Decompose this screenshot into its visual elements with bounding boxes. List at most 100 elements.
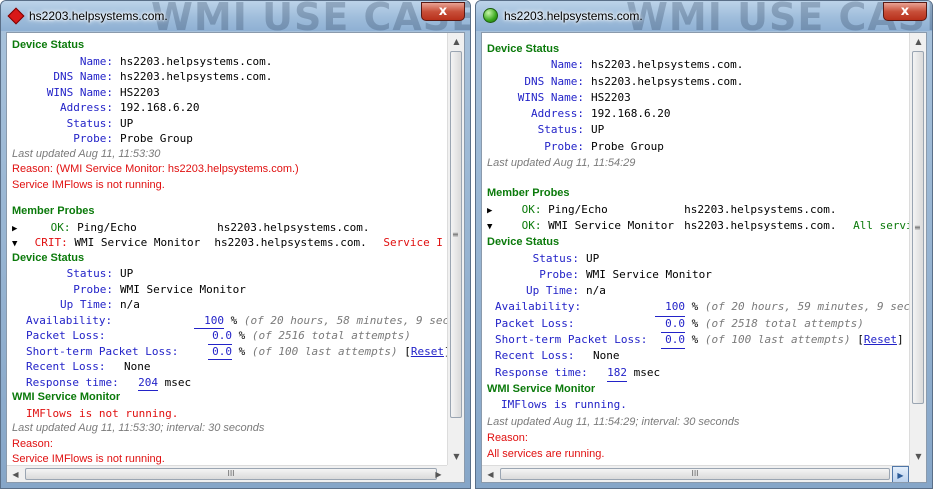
scroll-down-arrow-icon[interactable]: ▼ [910, 448, 926, 465]
uptime-label: Up Time: [526, 284, 579, 298]
packet-loss-value[interactable]: 0.0 [661, 316, 685, 334]
status-value: UP [591, 123, 605, 137]
member-host: hs2203.helpsystems.com. [214, 236, 367, 249]
status-label: Status: [66, 116, 113, 130]
sub-status-value: UP [586, 251, 600, 265]
packet-loss-value[interactable]: 0.0 [208, 328, 232, 345]
close-button[interactable]: x [883, 2, 927, 21]
horizontal-scrollbar[interactable]: ◀ III ▶ [7, 465, 447, 482]
reset-link[interactable]: Reset [411, 345, 444, 358]
status-label: Status: [537, 123, 584, 137]
probe-value: Probe Group [120, 132, 193, 145]
response-time-value[interactable]: 204 [138, 375, 158, 391]
scroll-down-arrow-icon[interactable]: ▼ [448, 448, 464, 465]
name-value: hs2203.helpsystems.com. [591, 58, 744, 72]
dns-name-value: hs2203.helpsystems.com. [591, 74, 744, 88]
member-probe-row[interactable]: ▼ OK: WMI Service Monitor hs2203.helpsyst… [487, 218, 909, 234]
device-status-header: Device Status [487, 43, 560, 55]
grip-icon: ≡ [914, 222, 921, 232]
availability-value[interactable]: 100 [655, 299, 685, 317]
recent-loss-value: None [124, 360, 151, 373]
title-bar[interactable]: WMI USE CASE hs2203.helpsystems.com. x [476, 1, 932, 39]
scroll-corner [909, 465, 926, 482]
scroll-up-arrow-icon[interactable]: ▲ [910, 33, 926, 50]
member-host: hs2203.helpsystems.com. [684, 218, 837, 232]
sub-status-label: Status: [66, 267, 113, 280]
sub-probe-value: WMI Service Monitor [120, 282, 246, 296]
member-message: Service I [383, 236, 443, 249]
percent-sign: % [238, 344, 246, 358]
member-status: OK: [521, 218, 542, 232]
name-value: hs2203.helpsystems.com. [120, 54, 273, 68]
reason-detail: Service IMFlows is not running. [12, 178, 165, 191]
vertical-scrollbar[interactable]: ▲ ≡ ▼ [447, 33, 464, 465]
member-probe-row[interactable]: ▼ CRIT: WMI Service Monitor hs2203.helpsy… [12, 235, 447, 251]
status-content: Device Status Name: hs2203.helpsystems.co… [7, 33, 447, 465]
recent-loss-value: None [593, 349, 620, 363]
wmi-service-monitor-header: WMI Service Monitor [487, 382, 596, 395]
scroll-corner [447, 465, 464, 482]
scroll-left-arrow-icon[interactable]: ◀ [7, 466, 24, 482]
grip-icon: III [691, 469, 699, 478]
scrollbar-thumb[interactable]: ≡ [912, 51, 924, 404]
horizontal-scrollbar[interactable]: ◀ III ▶ [482, 465, 909, 482]
wins-name-label: WINS Name: [517, 90, 584, 104]
sub-probe-label: Probe: [539, 267, 579, 281]
short-term-packet-loss-value[interactable]: 0.0 [661, 332, 685, 350]
device-status-header: Device Status [12, 39, 85, 51]
vertical-scrollbar[interactable]: ▲ ≡ ▼ [909, 33, 926, 465]
response-time-value[interactable]: 182 [607, 365, 627, 382]
uptime-value: n/a [120, 298, 140, 311]
percent-sign: % [691, 333, 699, 347]
percent-sign: % [230, 313, 238, 327]
recent-loss-label: Recent Loss: [495, 349, 575, 363]
member-status: CRIT: [34, 236, 68, 249]
expanded-arrow-icon[interactable]: ▼ [487, 219, 497, 235]
packet-loss-note: (of 2518 total attempts) [704, 316, 864, 330]
probe-label: Probe: [544, 139, 584, 153]
reason-value: (WMI Service Monitor: hs2203.helpsystems… [52, 163, 299, 175]
reason2-value: All services are running. [487, 448, 605, 461]
recent-loss-label: Recent Loss: [26, 360, 106, 373]
scroll-right-arrow-icon[interactable]: ▶ [430, 466, 447, 482]
sub-probe-label: Probe: [73, 282, 113, 296]
scroll-right-arrow-icon[interactable]: ▶ [892, 466, 909, 482]
close-button[interactable]: x [421, 2, 465, 21]
member-message: All servic [853, 218, 909, 232]
availability-value[interactable]: 100 [194, 313, 224, 329]
reason2-label: Reason: [487, 431, 528, 444]
scrollbar-thumb[interactable]: III [25, 468, 437, 480]
collapsed-arrow-icon[interactable]: ▶ [487, 203, 497, 219]
member-name: WMI Service Monitor [74, 236, 201, 249]
percent-sign: % [691, 316, 699, 330]
sub-status-value: UP [120, 267, 134, 280]
window-title: hs2203.helpsystems.com. [504, 9, 643, 23]
last-updated-interval: Last updated Aug 11, 11:54:29; interval:… [487, 415, 740, 428]
reason-label: Reason: [12, 163, 53, 175]
scroll-left-arrow-icon[interactable]: ◀ [482, 466, 499, 482]
scrollbar-thumb[interactable]: ≡ [450, 51, 462, 418]
response-time-unit: msec [164, 375, 192, 389]
title-bar[interactable]: WMI USE CASE hs2203.helpsystems.com. x [1, 1, 470, 39]
last-updated: Last updated Aug 11, 11:54:29 [487, 157, 636, 170]
member-status: OK: [50, 220, 71, 234]
wmi-service-monitor-header: WMI Service Monitor [12, 391, 121, 403]
dns-name-label: DNS Name: [53, 70, 113, 83]
member-probe-row[interactable]: ▶ OK: Ping/Echo hs2203.helpsystems.com. [12, 220, 447, 236]
address-value: 192.168.6.20 [591, 107, 671, 121]
critical-status-icon [7, 7, 25, 25]
packet-loss-label: Packet Loss: [495, 316, 575, 330]
last-updated-interval: Last updated Aug 11, 11:53:30; interval:… [12, 422, 265, 434]
scroll-up-arrow-icon[interactable]: ▲ [448, 33, 464, 50]
member-probe-row[interactable]: ▶ OK: Ping/Echo hs2203.helpsystems.com. [487, 202, 909, 218]
short-term-packet-loss-value[interactable]: 0.0 [208, 344, 232, 360]
wmi-message: IMFlows is not running. [26, 406, 179, 420]
reset-link[interactable]: Reset [864, 333, 897, 346]
reason2-value: Service IMFlows is not running. [12, 453, 165, 465]
ok-status-icon [483, 8, 499, 24]
window-client: Device Status Name: hs2203.helpsystems.co… [6, 32, 465, 483]
scrollbar-thumb[interactable]: III [500, 468, 890, 480]
sub-probe-value: WMI Service Monitor [586, 267, 712, 281]
probe-label: Probe: [73, 132, 113, 145]
short-term-packet-loss-label: Short-term Packet Loss: [495, 333, 648, 347]
